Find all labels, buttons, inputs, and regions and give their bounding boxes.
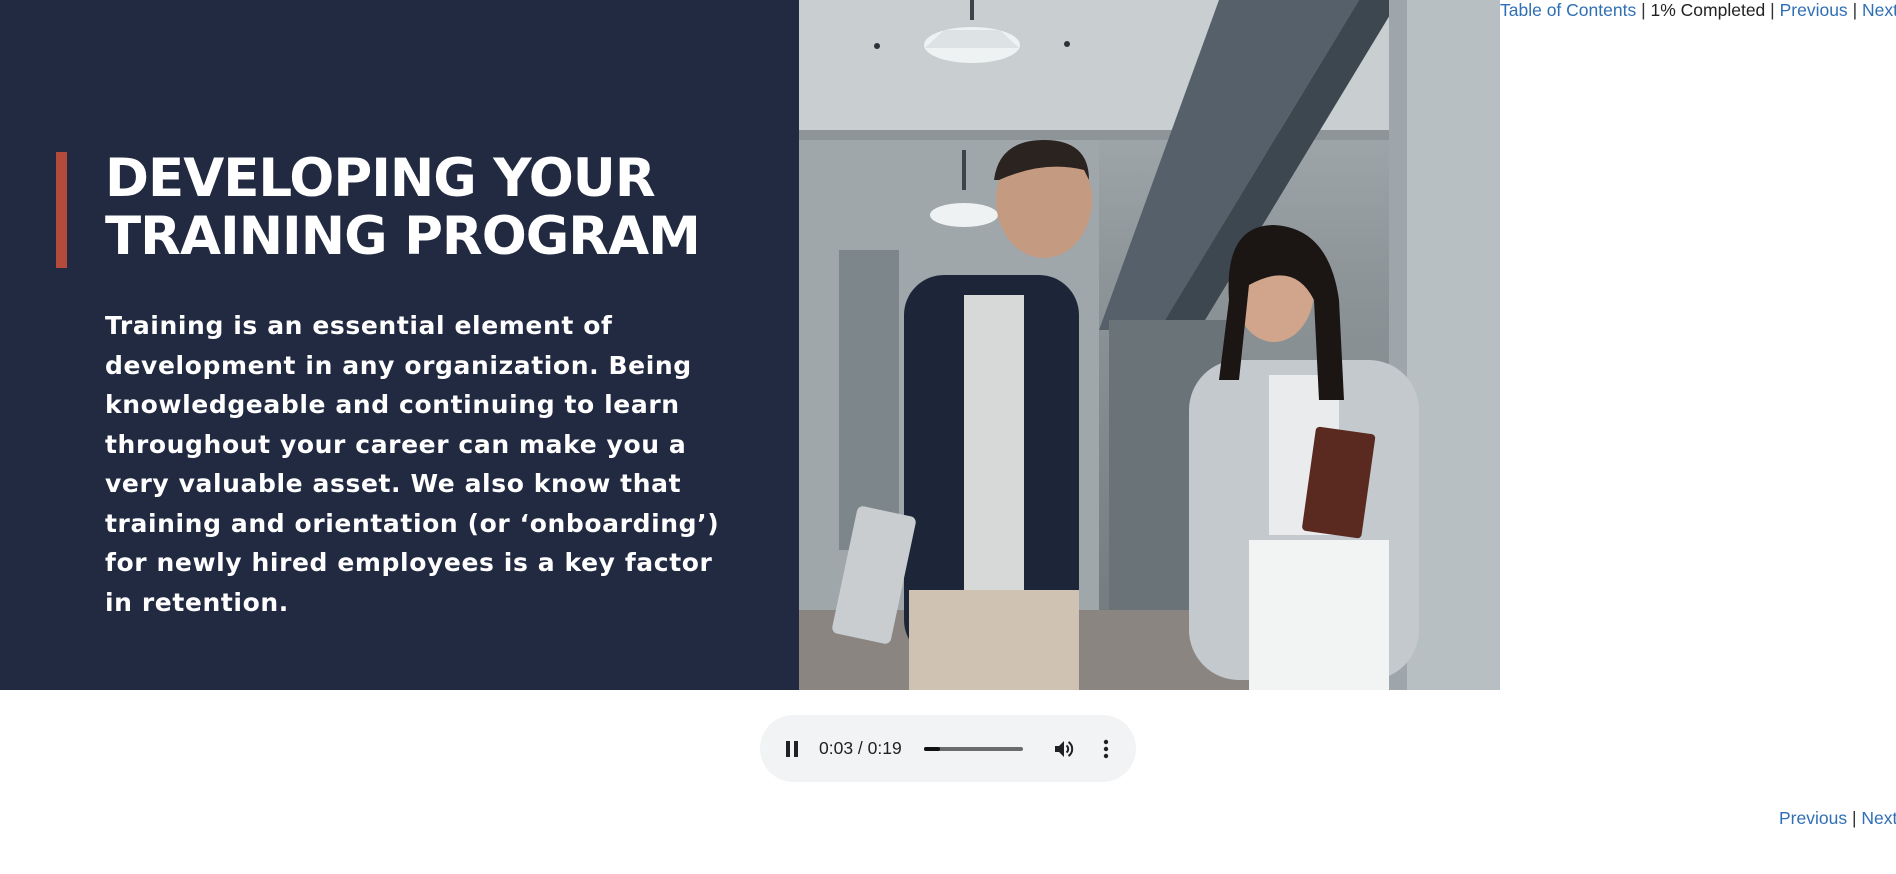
audio-time-display: 0:03 / 0:19 (819, 738, 902, 758)
slide-title-line-2: TRAINING PROGRAM (105, 206, 701, 267)
table-of-contents-link[interactable]: Table of Contents (1500, 0, 1636, 20)
more-options-button[interactable] (1098, 737, 1114, 761)
progress-status: 1% Completed (1650, 0, 1766, 20)
slide-text-panel: DEVELOPING YOUR TRAINING PROGRAM Trainin… (0, 0, 799, 690)
pause-button[interactable] (782, 739, 802, 759)
title-accent-bar (56, 152, 67, 268)
photo-illustration (799, 0, 1500, 690)
pause-icon (786, 741, 798, 757)
volume-icon (1055, 741, 1074, 757)
audio-player: 0:03 / 0:19 (760, 715, 1136, 782)
nav-separator: | (1851, 808, 1857, 828)
slide: DEVELOPING YOUR TRAINING PROGRAM Trainin… (0, 0, 1500, 690)
previous-link-top[interactable]: Previous (1780, 0, 1848, 20)
nav-separator: | (1852, 0, 1858, 20)
nav-separator: | (1641, 0, 1646, 20)
volume-button[interactable] (1052, 737, 1076, 761)
bottom-navigation: Previous | Next (1779, 808, 1896, 829)
top-navigation: Table of Contents | 1% Completed | Previ… (1500, 0, 1896, 21)
nav-separator: | (1770, 0, 1775, 20)
more-vert-icon (1103, 739, 1109, 759)
next-link-top[interactable]: Next (1862, 0, 1896, 20)
slide-title: DEVELOPING YOUR TRAINING PROGRAM (105, 150, 765, 266)
slide-body-text: Training is an essential element of deve… (105, 311, 720, 617)
next-link-bottom[interactable]: Next (1861, 808, 1896, 828)
audio-progress-slider[interactable] (924, 747, 1023, 751)
office-people-photo (799, 0, 1500, 690)
audio-progress-fill (924, 747, 940, 751)
previous-link-bottom[interactable]: Previous (1779, 808, 1847, 828)
slide-title-line-1: DEVELOPING YOUR (105, 148, 656, 209)
